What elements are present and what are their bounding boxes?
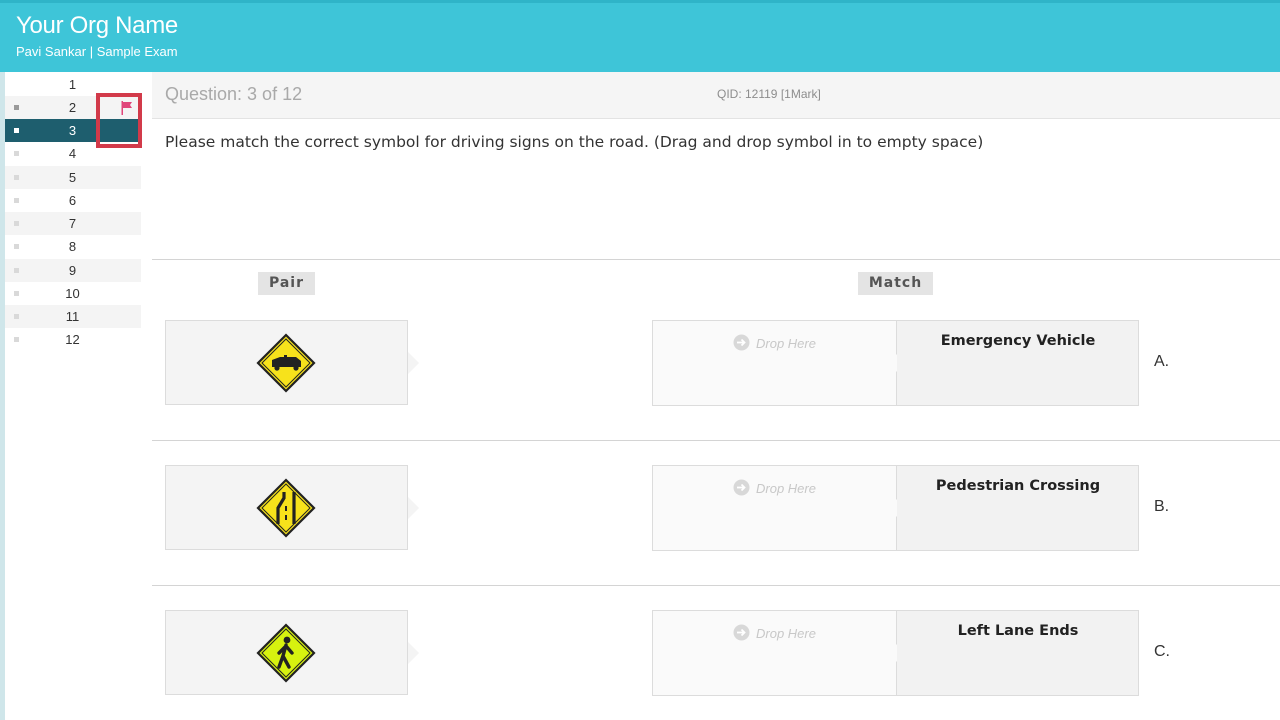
nav-item-12[interactable]: 12 [5,328,141,351]
nav-item-9[interactable]: 9 [5,259,141,282]
status-dot [14,268,19,273]
status-dot [14,151,19,156]
drop-arrow-icon [733,334,750,351]
sign-image [256,333,316,393]
match-title: Left Lane Ends [957,623,1079,639]
pair-card-3[interactable] [165,610,419,695]
org-name: Your Org Name [16,12,178,39]
flag-highlight-box [96,93,142,148]
match-letter: B. [1154,498,1170,515]
status-dot [14,291,19,296]
status-dot [14,175,19,180]
status-dot [14,244,19,249]
pair-arrow [408,497,419,519]
nav-item-label: 1 [68,77,77,92]
nav-item-label: 7 [68,216,77,231]
divider [152,440,1280,441]
pedestrian-crossing-sign-icon [256,623,316,683]
nav-item-label: 4 [68,146,77,161]
pair-column-heading: Pair [258,272,315,295]
nav-item-label: 8 [68,239,77,254]
divider [152,585,1280,586]
drop-zone-3[interactable]: Drop Here [652,610,905,696]
status-dot [14,128,19,133]
pair-arrow [408,352,419,374]
nav-item-label: 12 [65,332,80,347]
match-card-3: Left Lane Ends [897,610,1139,696]
pair-card-1[interactable] [165,320,419,405]
status-dot [14,314,19,319]
nav-item-label: 5 [68,170,77,185]
sign-image [256,478,316,538]
match-card-2: Pedestrian Crossing [897,465,1139,551]
match-letter: C. [1154,643,1170,660]
sign-image [256,623,316,683]
drop-zone-1[interactable]: Drop Here [652,320,905,406]
pair-arrow [408,642,419,664]
question-counter: Question: 3 of 12 [165,84,303,104]
nav-item-7[interactable]: 7 [5,212,141,235]
question-id: QID: 12119 [1Mark] [717,87,821,101]
nav-item-label: 11 [65,309,80,324]
match-card-1: Emergency Vehicle [897,320,1139,406]
pair-card-2[interactable] [165,465,419,550]
status-dot [14,337,19,342]
nav-item-11[interactable]: 11 [5,305,141,328]
question-navigator: 1 2 3 4 5 6 7 8 9 10 11 12 [5,72,141,720]
drop-arrow-icon [733,479,750,496]
divider [152,259,1280,260]
drop-placeholder: Drop Here [756,626,816,641]
app-header: Your Org Name Pavi Sankar | Sample Exam [0,0,1280,72]
nav-item-6[interactable]: 6 [5,189,141,212]
drop-arrow-icon [733,624,750,641]
nav-item-label: 3 [68,123,77,138]
exam-subtitle: Pavi Sankar | Sample Exam [16,44,178,59]
nav-item-10[interactable]: 10 [5,282,141,305]
question-header-bar: Question: 3 of 12 QID: 12119 [1Mark] [152,72,1280,119]
status-dot [14,221,19,226]
emergency-vehicle-sign-icon [256,333,316,393]
drop-placeholder: Drop Here [756,481,816,496]
match-letter: A. [1154,353,1170,370]
match-column-heading: Match [858,272,933,295]
match-title: Pedestrian Crossing [935,478,1101,494]
nav-item-label: 2 [68,100,77,115]
status-dot [14,198,19,203]
question-text: Please match the correct symbol for driv… [165,133,984,151]
status-dot [14,105,19,110]
nav-item-label: 6 [68,193,77,208]
nav-item-5[interactable]: 5 [5,166,141,189]
drop-placeholder: Drop Here [756,336,816,351]
drop-zone-2[interactable]: Drop Here [652,465,905,551]
left-lane-ends-sign-icon [256,478,316,538]
nav-item-8[interactable]: 8 [5,235,141,258]
match-title: Emergency Vehicle [940,333,1096,349]
nav-item-label: 10 [65,286,80,301]
nav-item-label: 9 [68,263,77,278]
